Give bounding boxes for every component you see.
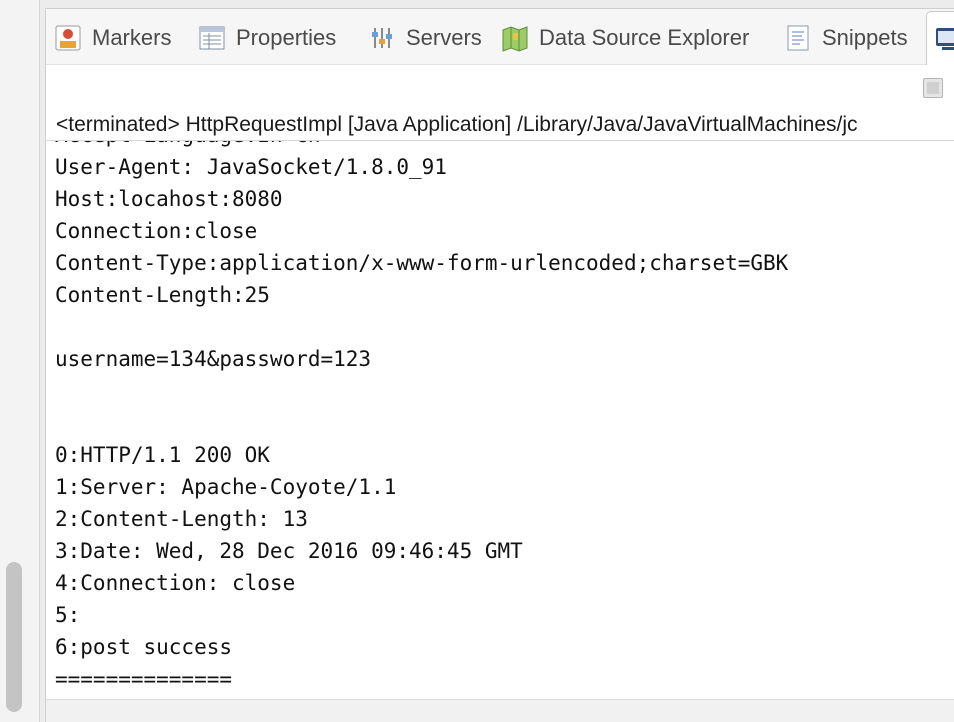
servers-icon xyxy=(372,28,392,48)
console-line: Accept-Language:zh-cn xyxy=(55,141,788,151)
console-line: 5: xyxy=(55,603,81,627)
tab-snippets[interactable]: Snippets xyxy=(784,21,908,55)
console-output[interactable]: Accept-Language:zh-cn User-Agent: JavaSoc… xyxy=(46,141,954,699)
console-line: 0:HTTP/1.1 200 OK xyxy=(55,443,270,467)
console-view-panel: Markers Properties Servers Data Source E… xyxy=(45,8,954,722)
tab-label: Properties xyxy=(236,25,337,50)
left-scrollbar[interactable] xyxy=(6,562,22,712)
tab-label: Data Source Explorer xyxy=(539,25,750,50)
view-tab-strip: Markers Properties Servers Data Source E… xyxy=(46,9,954,65)
tab-label: Markers xyxy=(92,25,172,50)
left-pane-edge xyxy=(0,0,40,722)
console-line: username=134&password=123 xyxy=(55,347,372,371)
terminate-button[interactable] xyxy=(923,78,943,98)
tab-label: Snippets xyxy=(822,25,908,50)
markers-icon xyxy=(55,25,81,51)
console-process-label: <terminated> HttpRequestImpl [Java Appli… xyxy=(56,113,858,136)
console-icon xyxy=(936,28,954,50)
console-lines: Accept-Language:zh-cn User-Agent: JavaSoc… xyxy=(55,141,788,695)
console-line: Content-Type:application/x-www-form-urle… xyxy=(55,251,789,275)
console-line: Content-Length:25 xyxy=(55,283,270,307)
console-toolbar xyxy=(46,66,954,106)
console-line: 4:Connection: close xyxy=(55,571,296,595)
tab-console[interactable] xyxy=(926,11,954,65)
console-line: 2:Content-Length: 13 xyxy=(55,507,308,531)
tab-label: Servers xyxy=(406,25,482,50)
console-line: ============== xyxy=(55,667,233,691)
console-line: 1:Server: Apache-Coyote/1.1 xyxy=(55,475,397,499)
tab-data-source-explorer[interactable]: Data Source Explorer xyxy=(501,21,749,55)
tab-markers[interactable]: Markers xyxy=(54,21,171,55)
console-line: Connection:close xyxy=(55,219,258,243)
snippets-icon xyxy=(787,25,809,51)
tab-servers[interactable]: Servers xyxy=(368,21,482,55)
properties-icon xyxy=(199,26,225,50)
data-source-explorer-icon xyxy=(502,26,528,52)
console-line: 6:post success xyxy=(55,635,233,659)
console-line: User-Agent: JavaSocket/1.8.0_91 xyxy=(55,155,447,179)
bottom-bar xyxy=(46,699,954,722)
console-line: 3:Date: Wed, 28 Dec 2016 09:46:45 GMT xyxy=(55,539,523,563)
ide-window: Markers Properties Servers Data Source E… xyxy=(0,0,954,722)
tab-properties[interactable]: Properties xyxy=(198,21,336,55)
console-line: Host:locahost:8080 xyxy=(55,187,283,211)
